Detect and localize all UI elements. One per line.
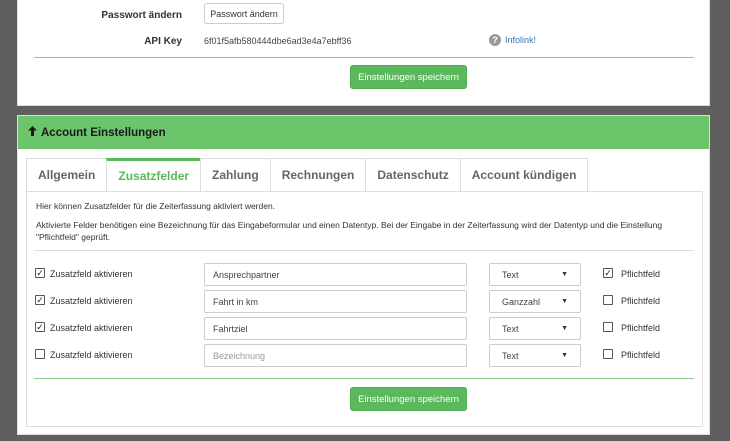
field-name-input-3[interactable]: Fahrtziel <box>204 317 467 340</box>
field-type-value: Text <box>502 323 519 334</box>
field-type-value: Ganzzahl <box>502 296 541 307</box>
arrow-up-icon <box>28 126 37 139</box>
field-row-1: ✓ Zusatzfeld aktivieren Ansprechpartner … <box>27 263 702 286</box>
activate-checkbox-4[interactable] <box>35 349 45 359</box>
field-type-select-4[interactable]: Text ▼ <box>489 344 581 367</box>
required-checkbox-2[interactable] <box>603 295 613 305</box>
panel-heading-title: Account Einstellungen <box>41 126 166 139</box>
help-text: Aktivierte Felder benötigen eine Bezeich… <box>36 220 663 242</box>
field-type-value: Text <box>502 269 519 280</box>
save-settings-button[interactable]: Einstellungen speichern <box>350 387 467 411</box>
activate-checkbox-1[interactable]: ✓ <box>35 268 45 278</box>
required-checkbox-3[interactable] <box>603 322 613 332</box>
tab-zusatzfelder[interactable]: Zusatzfelder <box>106 158 202 191</box>
field-type-select-2[interactable]: Ganzzahl ▼ <box>489 290 581 313</box>
account-settings-panel: Account Einstellungen Allgemein Zusatzfe… <box>17 115 710 435</box>
activate-checkbox-3[interactable]: ✓ <box>35 322 45 332</box>
api-key-value: 6f01f5afb580444dbe6ad3e4a7ebff36 <box>204 36 352 46</box>
required-label: Pflichtfeld <box>621 269 661 279</box>
change-password-button[interactable]: Passwort ändern <box>204 3 284 24</box>
tab-content-zusatzfelder: Hier können Zusatzfelder für die Zeiterf… <box>26 191 703 427</box>
activate-label: Zusatzfeld aktivieren <box>50 296 133 306</box>
chevron-down-icon: ▼ <box>561 352 568 359</box>
tab-zahlung[interactable]: Zahlung <box>200 158 271 191</box>
activate-checkbox-2[interactable]: ✓ <box>35 295 45 305</box>
save-settings-button-top[interactable]: Einstellungen speichern <box>350 65 467 89</box>
password-settings-panel: Passwort ändern Passwort ändern API Key … <box>17 0 710 106</box>
tab-bar: Allgemein Zusatzfelder Zahlung Rechnunge… <box>26 158 589 191</box>
tab-rechnungen[interactable]: Rechnungen <box>269 158 367 191</box>
required-label: Pflichtfeld <box>621 323 661 333</box>
field-type-value: Text <box>502 350 519 361</box>
question-icon: ? <box>489 34 501 46</box>
tab-account-kuendigen[interactable]: Account kündigen <box>459 158 589 191</box>
required-checkbox-4[interactable] <box>603 349 613 359</box>
field-name-input-2[interactable]: Fahrt in km <box>204 290 467 313</box>
required-checkbox-1[interactable]: ✓ <box>603 268 613 278</box>
field-type-select-1[interactable]: Text ▼ <box>489 263 581 286</box>
infolink[interactable]: ? Infolink! <box>489 34 536 46</box>
intro-text: Hier können Zusatzfelder für die Zeiterf… <box>36 201 276 211</box>
password-label: Passwort ändern <box>101 10 182 21</box>
tab-datenschutz[interactable]: Datenschutz <box>365 158 461 191</box>
field-row-2: ✓ Zusatzfeld aktivieren Fahrt in km Ganz… <box>27 290 702 313</box>
field-row-4: Zusatzfeld aktivieren Bezeichnung Text ▼… <box>27 344 702 367</box>
chevron-down-icon: ▼ <box>561 271 568 278</box>
tab-allgemein[interactable]: Allgemein <box>26 158 108 191</box>
api-key-label: API Key <box>144 36 182 47</box>
activate-label: Zusatzfeld aktivieren <box>50 350 133 360</box>
activate-label: Zusatzfeld aktivieren <box>50 323 133 333</box>
field-name-input-4[interactable]: Bezeichnung <box>204 344 467 367</box>
activate-label: Zusatzfeld aktivieren <box>50 269 133 279</box>
infolink-label: Infolink! <box>505 35 537 45</box>
divider <box>34 378 694 379</box>
panel-heading[interactable]: Account Einstellungen <box>18 116 709 149</box>
chevron-down-icon: ▼ <box>561 298 568 305</box>
required-label: Pflichtfeld <box>621 296 661 306</box>
required-label: Pflichtfeld <box>621 350 661 360</box>
divider <box>34 250 694 251</box>
field-row-3: ✓ Zusatzfeld aktivieren Fahrtziel Text ▼… <box>27 317 702 340</box>
field-name-input-1[interactable]: Ansprechpartner <box>204 263 467 286</box>
chevron-down-icon: ▼ <box>561 325 568 332</box>
divider <box>34 57 694 58</box>
field-type-select-3[interactable]: Text ▼ <box>489 317 581 340</box>
